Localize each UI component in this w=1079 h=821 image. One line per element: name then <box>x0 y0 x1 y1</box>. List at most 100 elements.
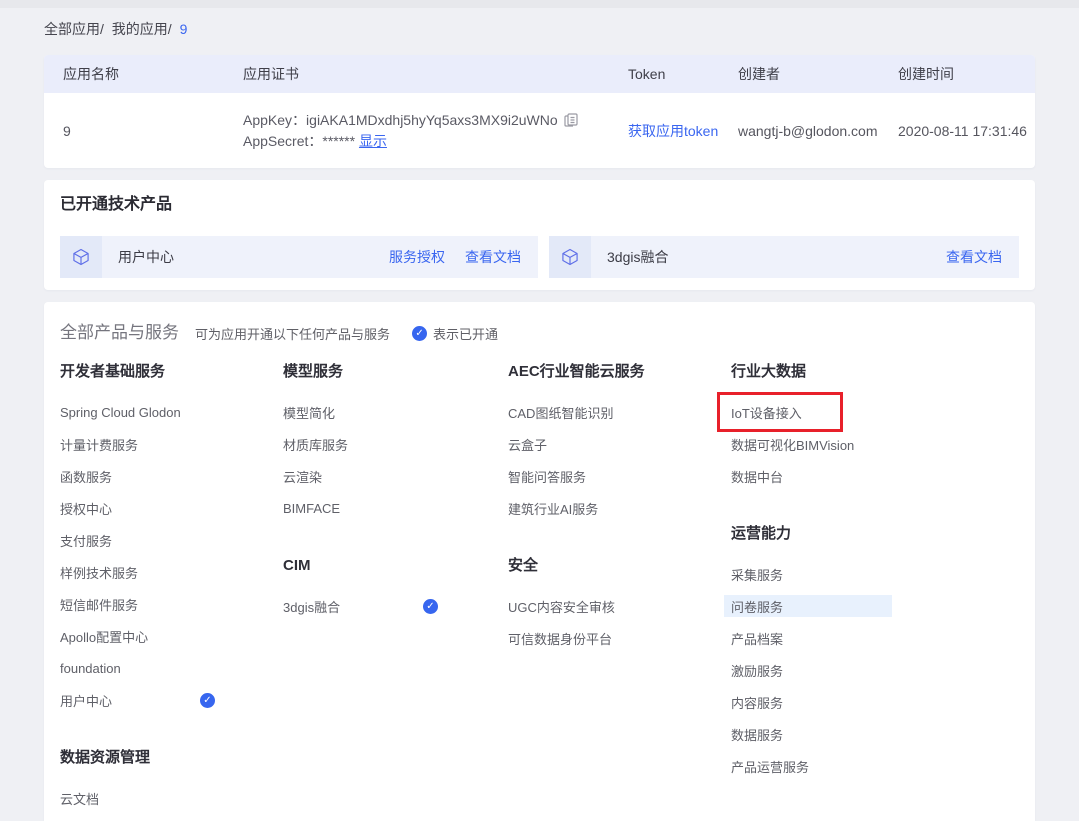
product-item[interactable]: 激励服务 <box>731 654 1019 686</box>
product-item[interactable]: 智能问答服务 <box>508 460 731 492</box>
group-title: 模型服务 <box>283 362 508 382</box>
product-item[interactable]: 数据中台 <box>731 460 1019 492</box>
opened-products-card: 已开通技术产品 用户中心 服务授权 查看文档 3dgis融合 <box>44 180 1035 290</box>
catalog-legend-label: 表示已开通 <box>433 324 498 343</box>
group-industry-bigdata: 行业大数据 IoT设备接入 数据可视化BIMVision 数据中台 <box>731 362 1019 492</box>
opened-product-user-center: 用户中心 服务授权 查看文档 <box>60 236 538 278</box>
product-item-hovered[interactable]: 问卷服务 <box>731 590 1019 622</box>
product-item[interactable]: CAD图纸智能识别 <box>508 396 731 428</box>
view-docs-link[interactable]: 查看文档 <box>946 247 1002 267</box>
product-item-label: 智能问答服务 <box>508 467 586 486</box>
top-strip <box>0 0 1079 8</box>
product-item[interactable]: 函数服务 <box>60 460 283 492</box>
product-item-label: 样例技术服务 <box>60 563 138 582</box>
cube-icon <box>60 236 102 278</box>
get-app-token-link[interactable]: 获取应用token <box>628 123 718 139</box>
product-item[interactable]: 建筑行业AI服务 <box>508 492 731 524</box>
catalog-column-1: 开发者基础服务 Spring Cloud Glodon 计量计费服务 函数服务 … <box>60 362 283 814</box>
product-item-label: 3dgis融合 <box>283 597 340 616</box>
opened-product-name: 用户中心 <box>118 247 174 267</box>
group-title: 开发者基础服务 <box>60 362 283 382</box>
breadcrumb-all-apps[interactable]: 全部应用/ <box>44 21 104 37</box>
group-model-services: 模型服务 模型简化 材质库服务 云渲染 BIMFACE <box>283 362 508 524</box>
service-auth-link[interactable]: 服务授权 <box>389 247 445 267</box>
show-secret-link[interactable]: 显示 <box>359 131 387 152</box>
product-item[interactable]: 授权中心 <box>60 492 283 524</box>
product-item-label: 采集服务 <box>731 565 783 584</box>
product-item-label: 短信邮件服务 <box>60 595 138 614</box>
product-item[interactable]: 产品档案 <box>731 622 1019 654</box>
token-cell: 获取应用token <box>628 121 738 141</box>
product-item[interactable]: 云渲染 <box>283 460 508 492</box>
group-title: 数据资源管理 <box>60 748 283 768</box>
opened-product-links: 服务授权 查看文档 <box>389 247 538 267</box>
group-cim: CIM 3dgis融合 ✓ <box>283 556 508 622</box>
group-title: 行业大数据 <box>731 362 1019 382</box>
breadcrumb-current-app: 9 <box>180 21 188 37</box>
opened-products-title: 已开通技术产品 <box>60 180 1019 216</box>
group-title: 安全 <box>508 556 731 576</box>
product-item[interactable]: 采集服务 <box>731 558 1019 590</box>
product-item-label: 数据可视化BIMVision <box>731 435 854 454</box>
product-item[interactable]: 可信数据身份平台 <box>508 622 731 654</box>
breadcrumb: 全部应用/ 我的应用/ 9 <box>44 19 191 39</box>
product-item-label: 内容服务 <box>731 693 783 712</box>
product-item[interactable]: 用户中心✓ <box>60 684 283 716</box>
col-header-token: Token <box>628 66 738 82</box>
opened-check-icon: ✓ <box>412 326 427 341</box>
product-item[interactable]: UGC内容安全审核 <box>508 590 731 622</box>
breadcrumb-my-apps[interactable]: 我的应用/ <box>112 21 172 37</box>
creator-cell: wangtj-b@glodon.com <box>738 121 898 141</box>
group-title: CIM <box>283 556 508 576</box>
table-row: 9 AppKey： igiAKA1MDxdhj5hyYq5axs3MX9i2uW… <box>44 93 1035 168</box>
appsecret-label: AppSecret： <box>243 131 322 152</box>
opened-product-name: 3dgis融合 <box>607 247 668 267</box>
product-item[interactable]: 样例技术服务 <box>60 556 283 588</box>
product-item[interactable]: 3dgis融合 ✓ <box>283 590 508 622</box>
col-header-created-time: 创建时间 <box>898 64 1035 84</box>
catalog-legend: ✓ 表示已开通 <box>412 324 498 343</box>
product-item[interactable]: 材质库服务 <box>283 428 508 460</box>
copy-icon[interactable] <box>564 113 578 127</box>
col-header-creator: 创建者 <box>738 64 898 84</box>
opened-check-icon: ✓ <box>423 599 438 614</box>
created-time-cell: 2020-08-11 17:31:46 <box>898 123 1035 139</box>
product-item[interactable]: BIMFACE <box>283 492 508 524</box>
product-item[interactable]: 模型简化 <box>283 396 508 428</box>
catalog-subtitle: 可为应用开通以下任何产品与服务 <box>195 324 390 343</box>
product-item[interactable]: 内容服务 <box>731 686 1019 718</box>
appkey-line: AppKey： igiAKA1MDxdhj5hyYq5axs3MX9i2uWNo <box>243 110 628 131</box>
product-item-label: 产品档案 <box>731 629 783 648</box>
product-item-label: 计量计费服务 <box>60 435 138 454</box>
product-item-label: 函数服务 <box>60 467 112 486</box>
col-header-app-cert: 应用证书 <box>243 64 628 84</box>
product-item-iot[interactable]: IoT设备接入 <box>731 396 1019 428</box>
catalog-grid: 开发者基础服务 Spring Cloud Glodon 计量计费服务 函数服务 … <box>60 362 1019 814</box>
group-title: AEC行业智能云服务 <box>508 362 731 382</box>
view-docs-link[interactable]: 查看文档 <box>465 247 521 267</box>
app-info-card: 应用名称 应用证书 Token 创建者 创建时间 9 AppKey： igiAK… <box>44 55 1035 168</box>
product-item[interactable]: 支付服务 <box>60 524 283 556</box>
product-item[interactable]: 计量计费服务 <box>60 428 283 460</box>
group-title: 运营能力 <box>731 524 1019 544</box>
app-name-cell: 9 <box>44 123 243 139</box>
product-item[interactable]: 产品运营服务 <box>731 750 1019 782</box>
product-item[interactable]: 数据服务 <box>731 718 1019 750</box>
product-item-label: BIMFACE <box>283 501 340 516</box>
product-item[interactable]: 云文档 <box>60 782 283 814</box>
product-item[interactable]: Spring Cloud Glodon <box>60 396 283 428</box>
opened-products-row: 用户中心 服务授权 查看文档 3dgis融合 查看文档 <box>60 236 1019 278</box>
product-item[interactable]: 短信邮件服务 <box>60 588 283 620</box>
product-item[interactable]: Apollo配置中心 <box>60 620 283 652</box>
catalog-card: 全部产品与服务 可为应用开通以下任何产品与服务 ✓ 表示已开通 开发者基础服务 … <box>44 302 1035 821</box>
product-item[interactable]: 云盒子 <box>508 428 731 460</box>
table-header-row: 应用名称 应用证书 Token 创建者 创建时间 <box>44 55 1035 93</box>
product-item-label: 云盒子 <box>508 435 547 454</box>
product-item[interactable]: 数据可视化BIMVision <box>731 428 1019 460</box>
product-item-label: CAD图纸智能识别 <box>508 403 613 422</box>
product-item[interactable]: foundation <box>60 652 283 684</box>
appkey-value: igiAKA1MDxdhj5hyYq5axs3MX9i2uWNo <box>306 110 558 131</box>
opened-product-links: 查看文档 <box>946 247 1019 267</box>
product-item-label: foundation <box>60 661 121 676</box>
app-cert-cell: AppKey： igiAKA1MDxdhj5hyYq5axs3MX9i2uWNo… <box>243 110 628 152</box>
